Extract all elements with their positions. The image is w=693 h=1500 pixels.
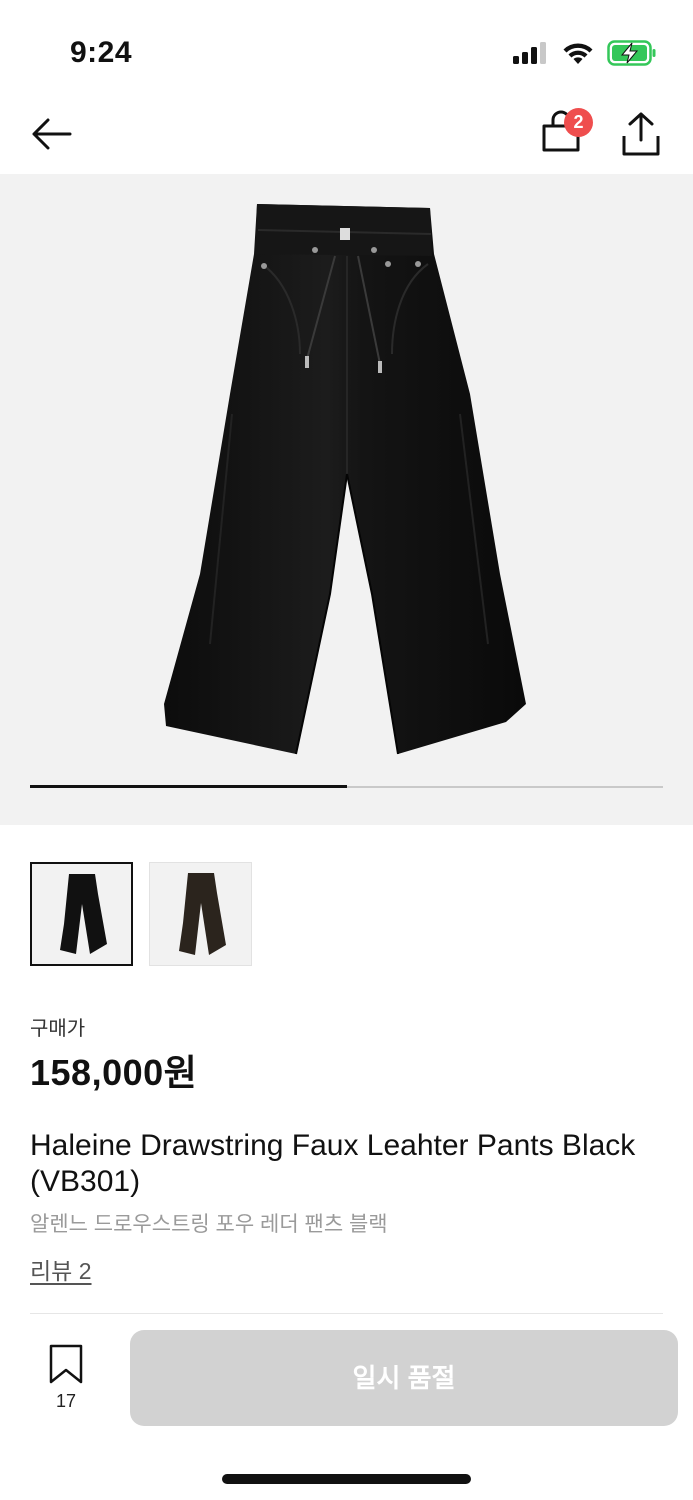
home-indicator (222, 1474, 471, 1484)
cellular-signal-icon (513, 42, 546, 64)
thumbnail-brown-image (179, 873, 226, 955)
back-button[interactable] (28, 112, 78, 156)
sold-out-button[interactable]: 일시 품절 (130, 1330, 678, 1426)
arrow-left-icon (32, 118, 72, 150)
gallery-progress-fill (30, 785, 347, 788)
share-icon (622, 112, 660, 156)
product-image (164, 204, 526, 755)
battery-charging-icon (607, 40, 656, 66)
product-subtitle: 알렌느 드로우스트링 포우 레더 팬츠 블랙 (30, 1213, 388, 1236)
bottom-action-bar: 17 일시 품절 (0, 1314, 693, 1500)
status-time: 9:24 (70, 36, 133, 69)
wifi-icon (563, 43, 593, 64)
thumbnail-brown[interactable] (149, 862, 252, 966)
thumbnail-black[interactable] (30, 862, 133, 966)
bookmark-icon (49, 1344, 83, 1384)
product-title: Haleine Drawstring Faux Leahter Pants Bl… (30, 1129, 636, 1198)
thumbnail-strip (30, 862, 252, 966)
price-value: 158,000원 (30, 1052, 198, 1093)
share-button[interactable] (618, 110, 664, 160)
status-bar: 9:24 (0, 0, 693, 100)
nav-bar (0, 100, 693, 174)
price-label: 구매가 (30, 1018, 86, 1040)
status-icons (513, 40, 657, 66)
cart-count-badge: 2 (564, 108, 593, 137)
thumbnail-black-image (60, 874, 107, 954)
bookmark-count: 17 (55, 1391, 77, 1411)
bookmark-button[interactable]: 17 (42, 1342, 90, 1412)
review-link[interactable]: 리뷰 2 (30, 1252, 92, 1286)
product-image-gallery[interactable] (0, 174, 693, 825)
gallery-progress-track (30, 785, 663, 788)
